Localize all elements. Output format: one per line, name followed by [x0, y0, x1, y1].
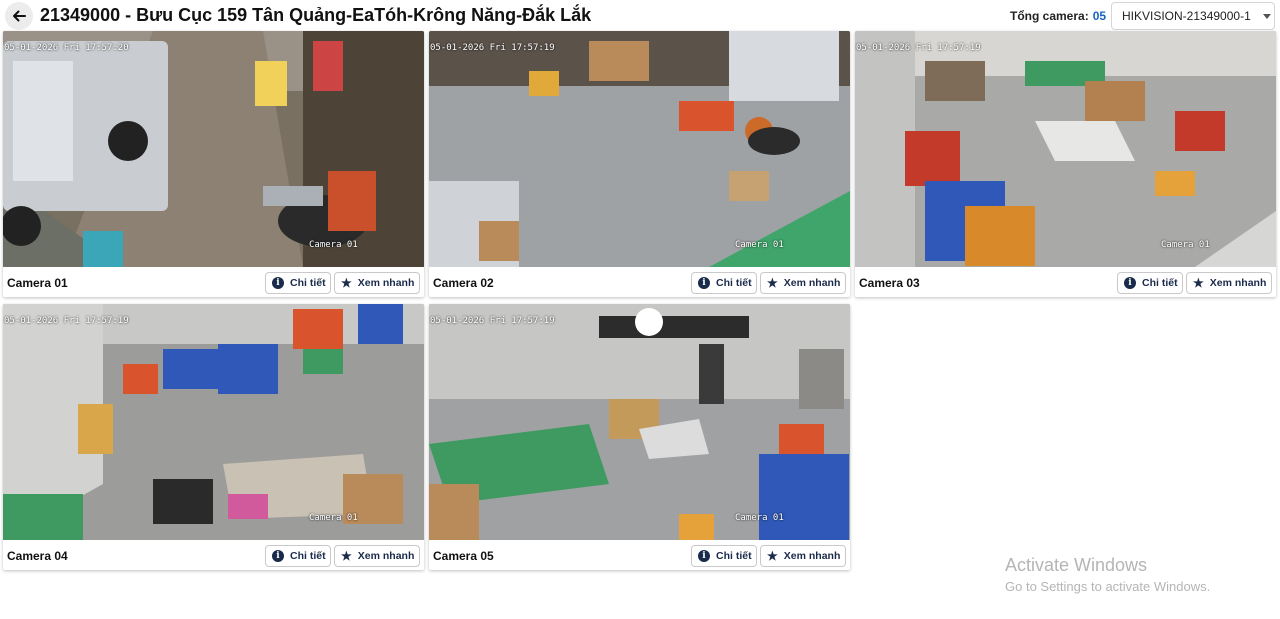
camera-card-footer: Camera 03 i Chi tiết ★ Xem nhanh — [855, 267, 1276, 297]
osd-camera-name: Camera 01 — [1161, 240, 1210, 250]
camera-card-02: 05-01-2026 Fri 17:57:19 Camera 01 Camera… — [429, 31, 850, 297]
camera-card-footer: Camera 02 i Chi tiết ★ Xem nhanh — [429, 267, 850, 297]
camera-stream-03[interactable]: 05-01-2026 Fri 17:57:19 Camera 01 — [855, 31, 1276, 267]
camera-card-03: 05-01-2026 Fri 17:57:19 Camera 01 Camera… — [855, 31, 1276, 297]
info-icon: i — [272, 550, 284, 562]
quick-view-button-label: Xem nhanh — [357, 550, 415, 562]
quick-view-button[interactable]: ★ Xem nhanh — [760, 545, 846, 567]
camera-frame-04 — [3, 304, 424, 540]
detail-button-label: Chi tiết — [290, 277, 326, 289]
detail-button[interactable]: i Chi tiết — [691, 272, 757, 294]
camera-card-footer: Camera 04 i Chi tiết ★ Xem nhanh — [3, 540, 424, 570]
watermark-title: Activate Windows — [1005, 555, 1148, 575]
osd-timestamp: 05-01-2026 Fri 17:57:19 — [856, 43, 981, 53]
detail-button[interactable]: i Chi tiết — [691, 545, 757, 567]
info-icon: i — [1124, 277, 1136, 289]
detail-button[interactable]: i Chi tiết — [265, 545, 331, 567]
detail-button[interactable]: i Chi tiết — [1117, 272, 1183, 294]
camera-label: Camera 03 — [859, 276, 920, 290]
detail-button-label: Chi tiết — [290, 550, 326, 562]
camera-stream-01[interactable]: 05-01-2026 Fri 17:57:20 Camera 01 — [3, 31, 424, 267]
osd-camera-name: Camera 01 — [735, 513, 784, 523]
star-icon: ★ — [767, 276, 778, 290]
camera-frame-01 — [3, 31, 424, 267]
watermark-subtitle: Go to Settings to activate Windows. — [1005, 579, 1211, 594]
osd-camera-name: Camera 01 — [309, 513, 358, 523]
osd-timestamp: 05-01-2026 Fri 17:57:19 — [430, 43, 555, 53]
info-icon: i — [272, 277, 284, 289]
camera-card-05: 05-01-2026 Fri 17:57:19 Camera 01 Camera… — [429, 304, 850, 570]
device-select-value: HIKVISION-21349000-1 — [1122, 9, 1251, 23]
quick-view-button[interactable]: ★ Xem nhanh — [334, 545, 420, 567]
chevron-down-icon — [1263, 14, 1271, 19]
device-select[interactable]: HIKVISION-21349000-1 — [1111, 2, 1275, 30]
page-title: 21349000 - Bưu Cục 159 Tân Quảng-EaTóh-K… — [40, 5, 592, 25]
camera-stream-02[interactable]: 05-01-2026 Fri 17:57:19 Camera 01 — [429, 31, 850, 267]
detail-button-label: Chi tiết — [716, 277, 752, 289]
quick-view-button[interactable]: ★ Xem nhanh — [334, 272, 420, 294]
info-icon: i — [698, 277, 710, 289]
page-header: 21349000 - Bưu Cục 159 Tân Quảng-EaTóh-K… — [0, 0, 1280, 31]
star-icon: ★ — [767, 549, 778, 563]
windows-activation-watermark: Activate Windows Go to Settings to activ… — [1005, 555, 1210, 594]
detail-button-label: Chi tiết — [1142, 277, 1178, 289]
camera-label: Camera 04 — [7, 549, 68, 563]
camera-stream-05[interactable]: 05-01-2026 Fri 17:57:19 Camera 01 — [429, 304, 850, 540]
camera-card-01: 05-01-2026 Fri 17:57:20 Camera 01 Camera… — [3, 31, 424, 297]
detail-button[interactable]: i Chi tiết — [265, 272, 331, 294]
info-icon: i — [698, 550, 710, 562]
quick-view-button-label: Xem nhanh — [783, 277, 841, 289]
camera-label: Camera 01 — [7, 276, 68, 290]
camera-card-footer: Camera 05 i Chi tiết ★ Xem nhanh — [429, 540, 850, 570]
osd-camera-name: Camera 01 — [309, 240, 358, 250]
camera-label: Camera 05 — [433, 549, 494, 563]
star-icon: ★ — [341, 549, 352, 563]
camera-stream-04[interactable]: 05-01-2026 Fri 17:57:19 Camera 01 — [3, 304, 424, 540]
camera-total-label: Tổng camera: — [1010, 9, 1089, 23]
star-icon: ★ — [1193, 276, 1204, 290]
quick-view-button-label: Xem nhanh — [357, 277, 415, 289]
quick-view-button-label: Xem nhanh — [1209, 277, 1267, 289]
star-icon: ★ — [341, 276, 352, 290]
camera-label: Camera 02 — [433, 276, 494, 290]
arrow-left-icon — [13, 10, 26, 22]
camera-total: Tổng camera: 05 — [1010, 9, 1106, 23]
osd-camera-name: Camera 01 — [735, 240, 784, 250]
camera-card-04: 05-01-2026 Fri 17:57:19 Camera 01 Camera… — [3, 304, 424, 570]
camera-frame-02 — [429, 31, 850, 267]
quick-view-button[interactable]: ★ Xem nhanh — [1186, 272, 1272, 294]
detail-button-label: Chi tiết — [716, 550, 752, 562]
osd-timestamp: 05-01-2026 Fri 17:57:20 — [4, 43, 129, 53]
camera-frame-05 — [429, 304, 850, 540]
quick-view-button-label: Xem nhanh — [783, 550, 841, 562]
camera-total-count: 05 — [1092, 9, 1107, 23]
back-button[interactable] — [5, 2, 33, 30]
camera-card-footer: Camera 01 i Chi tiết ★ Xem nhanh — [3, 267, 424, 297]
osd-timestamp: 05-01-2026 Fri 17:57:19 — [4, 316, 129, 326]
osd-timestamp: 05-01-2026 Fri 17:57:19 — [430, 316, 555, 326]
camera-frame-03 — [855, 31, 1276, 267]
quick-view-button[interactable]: ★ Xem nhanh — [760, 272, 846, 294]
